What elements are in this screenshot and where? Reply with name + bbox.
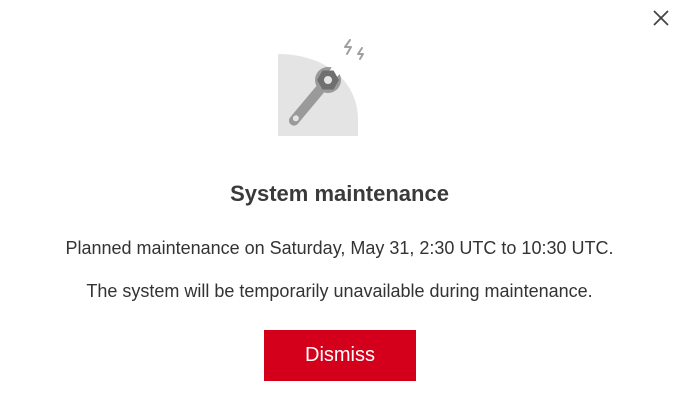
dismiss-button[interactable]: Dismiss (264, 330, 416, 381)
maintenance-dialog: System maintenance Planned maintenance o… (0, 0, 679, 418)
unavailability-notice-text: The system will be temporarily unavailab… (86, 281, 593, 301)
maintenance-schedule-text: Planned maintenance on Saturday, May 31,… (65, 238, 614, 258)
close-icon (653, 10, 669, 26)
close-button[interactable] (649, 6, 673, 30)
wrench-maintenance-icon (278, 39, 364, 136)
dialog-title: System maintenance (230, 181, 449, 206)
